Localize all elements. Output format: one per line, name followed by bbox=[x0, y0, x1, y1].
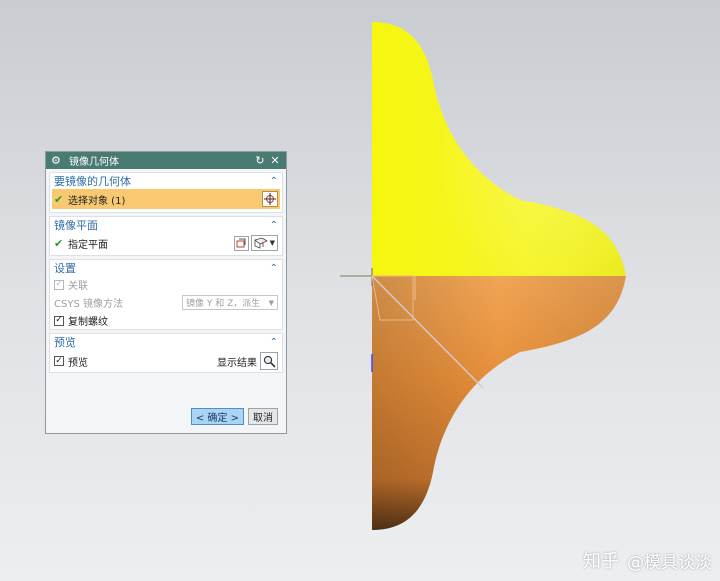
section-preview: 预览 ⌃ ✓ 预览 显示结果 bbox=[49, 333, 283, 373]
section-plane-title: 镜像平面 bbox=[54, 219, 98, 232]
show-result-label: 显示结果 bbox=[217, 357, 257, 369]
csys-method-label: CSYS 镜像方法 bbox=[54, 299, 123, 310]
chevron-up-icon[interactable]: ⌃ bbox=[270, 337, 278, 348]
section-plane: 镜像平面 ⌃ ✔ 指定平面 ▼ bbox=[49, 216, 283, 256]
mirror-geometry-dialog: ⚙ 镜像几何体 ↻ ✕ 要镜像的几何体 ⌃ ✔ 选择对象 (1) 镜像平面 ⌃ … bbox=[45, 151, 287, 434]
chevron-up-icon[interactable]: ⌃ bbox=[270, 176, 278, 187]
section-preview-title: 预览 bbox=[54, 336, 76, 349]
yellow-highlight bbox=[372, 22, 626, 276]
associative-label: 关联 bbox=[68, 281, 88, 292]
associative-row: ✓ 关联 bbox=[50, 276, 282, 293]
chevron-up-icon[interactable]: ⌃ bbox=[270, 263, 278, 274]
specify-plane-row[interactable]: ✔ 指定平面 ▼ bbox=[50, 233, 282, 253]
plane-icon bbox=[253, 237, 268, 249]
copy-threads-checkbox[interactable]: ✓ bbox=[54, 315, 64, 326]
chevron-down-icon: ▼ bbox=[269, 239, 275, 247]
cancel-button[interactable]: 取消 bbox=[248, 408, 278, 425]
section-geometry: 要镜像的几何体 ⌃ ✔ 选择对象 (1) bbox=[49, 172, 283, 213]
dialog-title-bar[interactable]: ⚙ 镜像几何体 ↻ ✕ bbox=[46, 152, 286, 169]
chevron-up-icon[interactable]: ⌃ bbox=[270, 220, 278, 231]
select-object-label: 选择对象 (1) bbox=[68, 195, 126, 207]
magnifier-icon[interactable] bbox=[260, 352, 278, 370]
section-geometry-title: 要镜像的几何体 bbox=[54, 175, 131, 188]
crosshair-icon[interactable] bbox=[262, 191, 278, 207]
section-settings: 设置 ⌃ ✓ 关联 CSYS 镜像方法 镜像 Y 和 Z，派生 ▼ ✓ 复制螺纹 bbox=[49, 259, 283, 330]
specify-plane-label: 指定平面 bbox=[68, 239, 108, 251]
csys-method-select[interactable]: 镜像 Y 和 Z，派生 ▼ bbox=[182, 295, 278, 310]
copy-threads-row: ✓ 复制螺纹 bbox=[50, 312, 282, 329]
section-preview-header[interactable]: 预览 ⌃ bbox=[50, 334, 282, 350]
chevron-down-icon: ▼ bbox=[268, 298, 274, 307]
preview-checkbox[interactable]: ✓ bbox=[54, 356, 64, 366]
watermark-handle: @模具谈淡 bbox=[627, 552, 712, 573]
reset-icon[interactable]: ↻ bbox=[254, 154, 266, 167]
checkmark-icon: ✔ bbox=[54, 236, 64, 250]
watermark: 知乎 @模具谈淡 bbox=[583, 547, 712, 573]
section-plane-header[interactable]: 镜像平面 ⌃ bbox=[50, 217, 282, 233]
watermark-site: 知乎 bbox=[583, 551, 619, 572]
associative-checkbox[interactable]: ✓ bbox=[54, 279, 64, 290]
checkmark-icon: ✔ bbox=[54, 192, 64, 206]
preview-label: 预览 bbox=[68, 357, 88, 369]
preview-row: ✓ 预览 显示结果 bbox=[50, 350, 282, 372]
csys-method-row: CSYS 镜像方法 镜像 Y 和 Z，派生 ▼ bbox=[50, 293, 282, 312]
section-geometry-header[interactable]: 要镜像的几何体 ⌃ bbox=[50, 173, 282, 189]
plane-type-dropdown[interactable]: ▼ bbox=[250, 235, 278, 251]
copy-threads-label: 复制螺纹 bbox=[68, 317, 108, 328]
reverse-direction-icon[interactable] bbox=[233, 235, 249, 251]
ok-button[interactable]: < 确定 > bbox=[190, 408, 244, 425]
close-icon[interactable]: ✕ bbox=[269, 154, 281, 167]
csys-method-value: 镜像 Y 和 Z，派生 bbox=[186, 299, 261, 309]
gear-icon[interactable]: ⚙ bbox=[51, 154, 63, 167]
dialog-title: 镜像几何体 bbox=[69, 157, 119, 168]
section-settings-title: 设置 bbox=[54, 262, 76, 275]
select-object-row[interactable]: ✔ 选择对象 (1) bbox=[52, 189, 280, 209]
dialog-footer: < 确定 > 取消 bbox=[190, 408, 278, 425]
section-settings-header[interactable]: 设置 ⌃ bbox=[50, 260, 282, 276]
